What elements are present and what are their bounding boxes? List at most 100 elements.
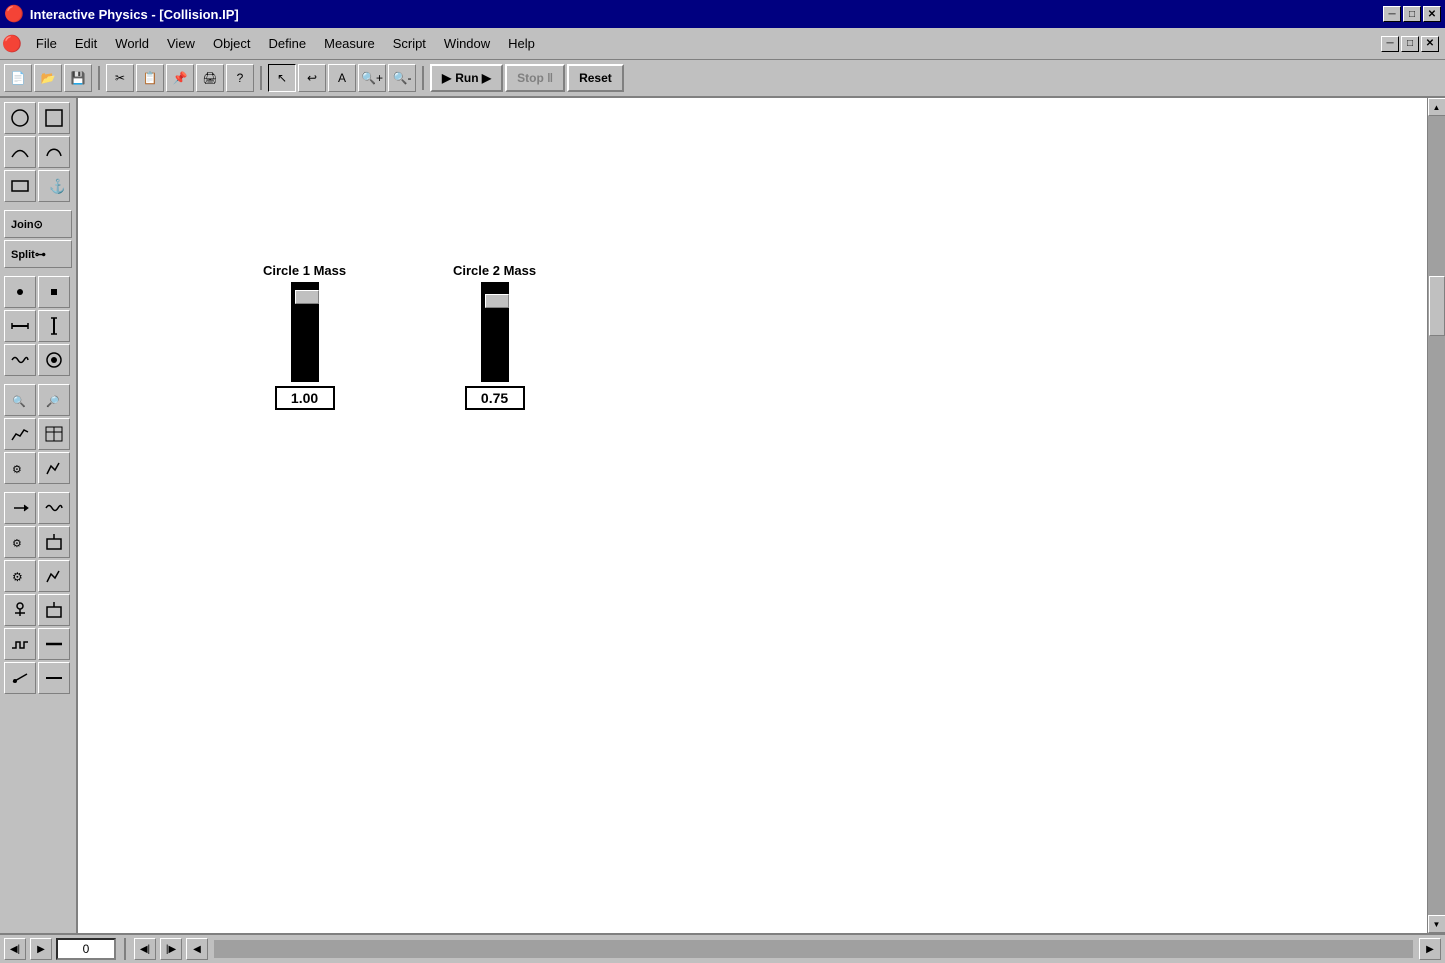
toolbar-sep-2	[260, 66, 262, 90]
run-button[interactable]: ▶ Run ▶	[430, 64, 503, 92]
split-btn[interactable]: Split⊶	[4, 240, 72, 268]
menu-script[interactable]: Script	[385, 32, 434, 56]
menu-view[interactable]: View	[159, 32, 203, 56]
tool-sensor[interactable]	[38, 594, 70, 626]
reset-button[interactable]: Reset	[567, 64, 624, 92]
menu-app-icon: 🔴	[2, 34, 22, 54]
stop-button[interactable]: Stop ‖	[505, 64, 565, 92]
tool-curve[interactable]	[4, 136, 36, 168]
menu-measure[interactable]: Measure	[316, 32, 383, 56]
nav-next-btn[interactable]: |▶	[160, 938, 182, 960]
tool-track2[interactable]: 🔎	[38, 384, 70, 416]
tool-spring[interactable]	[4, 344, 36, 376]
status-bar: ◀| ▶ ◀| |▶ ◀ ▶	[0, 933, 1445, 963]
svg-text:⚙: ⚙	[12, 538, 22, 550]
new-btn[interactable]: 📄	[4, 64, 32, 92]
tool-anchor[interactable]: ⚓	[38, 170, 70, 202]
scroll-track[interactable]	[1428, 116, 1445, 915]
app-icon: 🔴	[4, 4, 24, 24]
title-close-btn[interactable]: ✕	[1423, 6, 1441, 22]
circle2-mass-value[interactable]: 0.75	[465, 386, 525, 410]
join-btn[interactable]: Join⊙	[4, 210, 72, 238]
nav-start-btn[interactable]: ◀|	[4, 938, 26, 960]
circle1-mass-value[interactable]: 1.00	[275, 386, 335, 410]
nav-play-btn[interactable]: ▶	[30, 938, 52, 960]
tool-person[interactable]	[4, 594, 36, 626]
main-container: ⚓ Join⊙ Split⊶	[0, 98, 1445, 933]
right-scrollbar: ▲ ▼	[1427, 98, 1445, 933]
save-btn[interactable]: 💾	[64, 64, 92, 92]
tool-hbar[interactable]	[38, 628, 70, 660]
left-toolbar: ⚓ Join⊙ Split⊶	[0, 98, 78, 933]
circle1-mass-slider[interactable]	[291, 282, 319, 382]
tool-vline[interactable]	[38, 310, 70, 342]
nav-right-btn[interactable]: ▶	[1419, 938, 1441, 960]
tool-signal[interactable]	[4, 628, 36, 660]
open-btn[interactable]: 📂	[34, 64, 62, 92]
tool-wave[interactable]	[38, 492, 70, 524]
menu-edit[interactable]: Edit	[67, 32, 105, 56]
tool-rect2[interactable]	[4, 170, 36, 202]
frame-input[interactable]	[56, 938, 116, 960]
cut-btn[interactable]: ✂	[106, 64, 134, 92]
text-btn[interactable]: A	[328, 64, 356, 92]
menu-window[interactable]: Window	[436, 32, 498, 56]
menu-maximize-btn[interactable]: □	[1401, 36, 1419, 52]
svg-text:⚙: ⚙	[12, 464, 22, 476]
run-label: Run ▶	[455, 71, 491, 85]
menu-file[interactable]: File	[28, 32, 65, 56]
tool-track[interactable]: 🔍	[4, 384, 36, 416]
menu-object[interactable]: Object	[205, 32, 259, 56]
title-minimize-btn[interactable]: ─	[1383, 6, 1401, 22]
h-scrollbar[interactable]	[214, 940, 1413, 958]
tool-freehand[interactable]	[38, 136, 70, 168]
tool-square-point[interactable]	[38, 276, 70, 308]
circle2-mass-slider[interactable]	[481, 282, 509, 382]
circle2-mass-control: Circle 2 Mass 0.75	[453, 263, 536, 410]
circle1-mass-label: Circle 1 Mass	[263, 263, 346, 278]
menu-help[interactable]: Help	[500, 32, 543, 56]
undo-btn[interactable]: ↩	[298, 64, 326, 92]
canvas-area[interactable]: Circle 1 Mass 1.00 Circle 2 Mass 0.75	[78, 98, 1427, 933]
print-btn[interactable]: 🖨	[196, 64, 224, 92]
menu-minimize-btn[interactable]: ─	[1381, 36, 1399, 52]
tool-force[interactable]	[4, 492, 36, 524]
zoom-out-btn[interactable]: 🔍-	[388, 64, 416, 92]
circle1-mass-control: Circle 1 Mass 1.00	[263, 263, 346, 410]
tool-graph[interactable]	[4, 418, 36, 450]
menu-world[interactable]: World	[107, 32, 157, 56]
tool-motor[interactable]: ⚙	[4, 526, 36, 558]
tool-measure2[interactable]	[38, 452, 70, 484]
svg-text:⚙: ⚙	[12, 570, 23, 584]
scroll-down-btn[interactable]: ▼	[1428, 915, 1445, 933]
svg-text:⚓: ⚓	[49, 178, 64, 195]
tool-rect[interactable]	[38, 102, 70, 134]
tool-damper[interactable]	[38, 344, 70, 376]
tool-point[interactable]	[4, 276, 36, 308]
zoom-in-btn[interactable]: 🔍+	[358, 64, 386, 92]
tool-input[interactable]	[38, 526, 70, 558]
copy-btn[interactable]: 📋	[136, 64, 164, 92]
tool-circle[interactable]	[4, 102, 36, 134]
tool-track3[interactable]	[4, 662, 36, 694]
tool-sep-h[interactable]	[38, 662, 70, 694]
help-btn[interactable]: ?	[226, 64, 254, 92]
select-btn[interactable]: ↖	[268, 64, 296, 92]
tool-measure1[interactable]: ⚙	[4, 452, 36, 484]
circle2-slider-thumb[interactable]	[485, 294, 509, 308]
menu-define[interactable]: Define	[261, 32, 315, 56]
toolbar: 📄 📂 💾 ✂ 📋 📌 🖨 ? ↖ ↩ A 🔍+ 🔍- ▶ Run ▶ Stop…	[0, 60, 1445, 98]
tool-hline[interactable]	[4, 310, 36, 342]
title-maximize-btn[interactable]: □	[1403, 6, 1421, 22]
scroll-thumb[interactable]	[1429, 276, 1445, 336]
circle1-slider-thumb[interactable]	[295, 290, 319, 304]
menu-bar: 🔴 File Edit World View Object Define Mea…	[0, 28, 1445, 60]
nav-prev-btn[interactable]: ◀|	[134, 938, 156, 960]
tool-table[interactable]	[38, 418, 70, 450]
scroll-up-btn[interactable]: ▲	[1428, 98, 1445, 116]
tool-output[interactable]	[38, 560, 70, 592]
tool-gear[interactable]: ⚙	[4, 560, 36, 592]
nav-rev-btn[interactable]: ◀	[186, 938, 208, 960]
menu-close-btn[interactable]: ✕	[1421, 36, 1439, 52]
paste-btn[interactable]: 📌	[166, 64, 194, 92]
